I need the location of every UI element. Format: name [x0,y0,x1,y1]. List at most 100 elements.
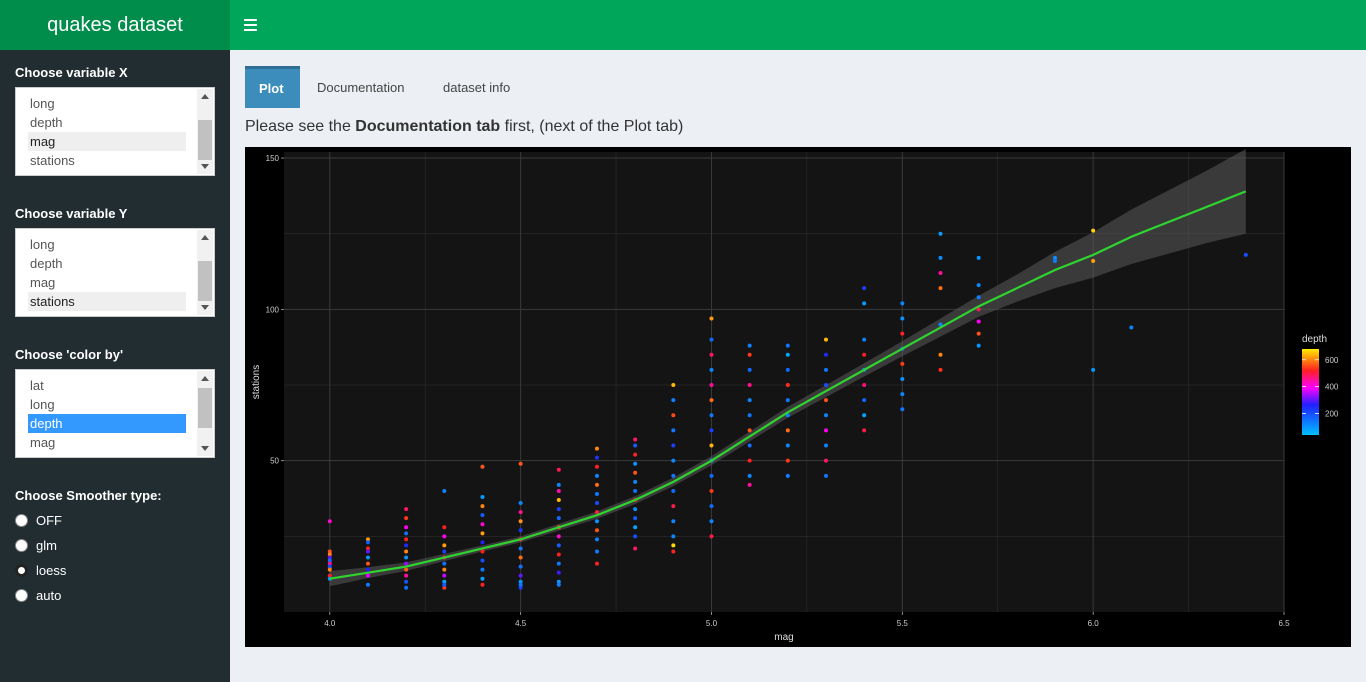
data-point [747,473,752,478]
data-point [404,537,409,542]
x-option-mag[interactable]: mag [28,132,186,151]
tab-documentation[interactable]: Documentation [303,66,418,108]
data-point [709,352,714,357]
smoother-option-loess[interactable]: loess [15,561,66,579]
data-point [671,488,676,493]
data-point [556,552,561,557]
color-option-lat[interactable]: lat [28,376,186,395]
data-point [862,352,867,357]
x-option-depth[interactable]: depth [28,113,186,132]
data-point [442,573,447,578]
data-point [442,534,447,539]
y-tick-label: 100 [266,305,280,314]
scroll-thumb[interactable] [198,261,212,301]
data-point [900,301,905,306]
radio-button[interactable] [15,538,28,552]
scroll-down-arrow-icon[interactable] [201,305,209,310]
x-select-scrollbar[interactable] [197,89,213,174]
data-point [633,443,638,448]
y-axis-label: stations [251,365,262,399]
data-point [327,567,332,572]
scroll-up-arrow-icon[interactable] [201,94,209,99]
data-point [976,343,981,348]
scroll-down-arrow-icon[interactable] [201,164,209,169]
data-point [404,531,409,536]
x-variable-select[interactable]: long depth mag stations [15,87,215,176]
radio-label: OFF [36,512,62,528]
data-point [480,540,485,545]
data-point [671,443,676,448]
data-point [747,428,752,433]
data-point [442,567,447,572]
smoother-option-off[interactable]: OFF [15,511,62,529]
x-variable-label: Choose variable X [15,65,128,80]
scroll-thumb[interactable] [198,388,212,428]
data-point [633,534,638,539]
scroll-thumb[interactable] [198,120,212,160]
x-option-stations[interactable]: stations [28,151,186,170]
smoother-option-auto[interactable]: auto [15,586,61,604]
data-point [480,495,485,499]
x-tick-label: 6.0 [1088,619,1100,628]
tab-plot[interactable]: Plot [245,66,300,108]
color-select-scrollbar[interactable] [197,371,213,456]
y-variable-select[interactable]: long depth mag stations [15,228,215,317]
data-point [594,482,599,487]
scroll-up-arrow-icon[interactable] [201,376,209,381]
data-point [823,398,828,403]
y-option-stations[interactable]: stations [28,292,186,311]
hamburger-icon[interactable] [244,14,258,36]
data-point [671,413,676,418]
color-option-mag[interactable]: mag [28,433,186,452]
data-point [594,473,599,478]
data-point [1243,252,1248,257]
data-point [976,331,981,336]
app-title: quakes dataset [0,0,230,50]
tab-dataset-info[interactable]: dataset info [429,66,524,108]
color-option-long[interactable]: long [28,395,186,414]
x-tick-label: 4.0 [324,619,336,628]
data-point [404,573,409,578]
data-point [823,337,828,342]
top-navbar [230,0,1366,50]
data-point [404,579,409,584]
data-point [709,504,714,509]
scroll-down-arrow-icon[interactable] [201,446,209,451]
legend-tick-label: 200 [1325,410,1339,419]
data-point [518,510,523,515]
data-point [442,543,447,548]
data-point [594,501,599,506]
color-option-depth[interactable]: depth [28,414,186,433]
data-point [556,498,561,503]
radio-button-checked[interactable] [15,563,28,577]
data-point [365,540,370,545]
y-option-depth[interactable]: depth [28,254,186,273]
data-point [404,561,409,566]
data-point [1129,325,1134,330]
color-by-select[interactable]: lat long depth mag [15,369,215,458]
data-point [785,383,790,388]
scroll-up-arrow-icon[interactable] [201,235,209,240]
x-axis-label: mag [774,632,793,643]
x-option-long[interactable]: long [28,94,186,113]
data-point [1052,258,1057,263]
data-point [900,331,905,336]
radio-button[interactable] [15,513,28,527]
data-point [442,488,447,493]
y-option-long[interactable]: long [28,235,186,254]
y-option-mag[interactable]: mag [28,273,186,292]
data-point [442,561,447,566]
data-point [976,255,981,260]
data-point [747,367,752,372]
data-point [671,519,676,524]
data-point [671,504,676,509]
radio-button[interactable] [15,588,28,602]
data-point [404,525,409,530]
smoother-option-glm[interactable]: glm [15,536,57,554]
data-point [709,413,714,418]
data-point [823,443,828,448]
data-point [862,286,867,291]
y-select-scrollbar[interactable] [197,230,213,315]
data-point [747,383,752,388]
data-point [556,467,561,472]
